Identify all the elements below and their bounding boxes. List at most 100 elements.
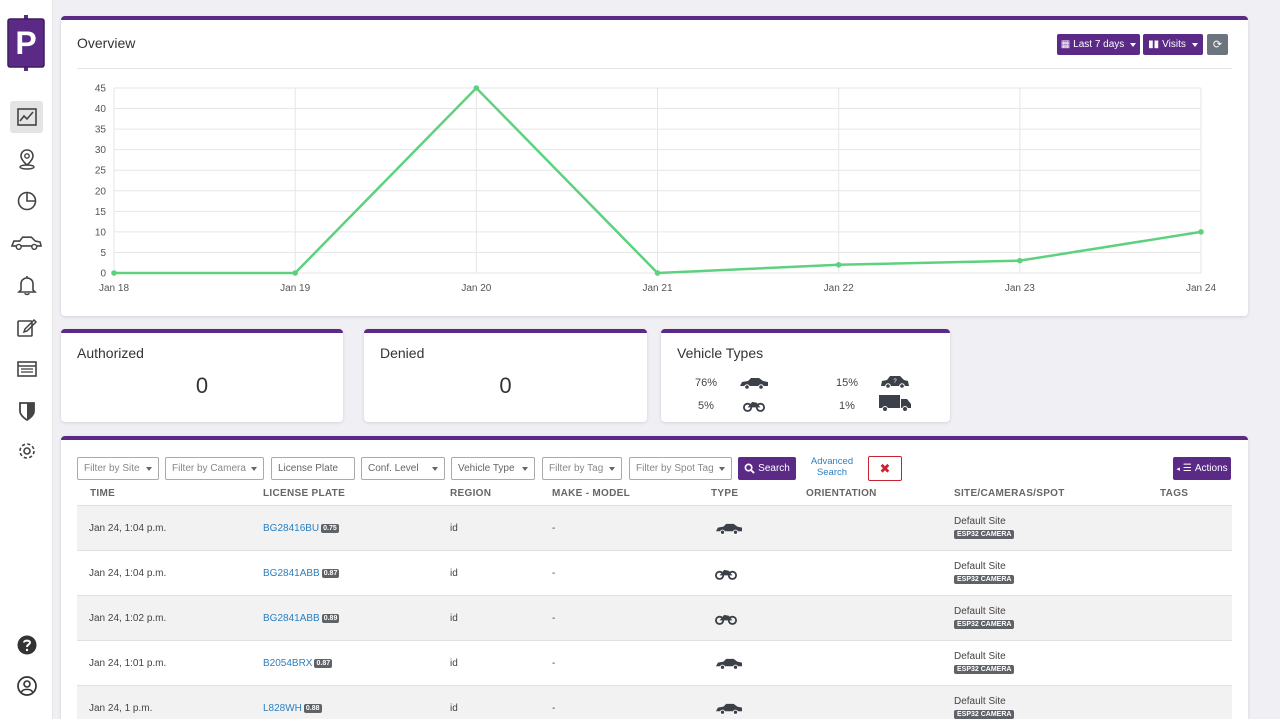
column-header-time[interactable]: TIME [90,488,115,499]
row-type [715,612,737,628]
y-tick-label: 40 [95,104,107,115]
camera-badge: ESP32 CAMERA [954,575,1015,584]
table-row[interactable]: Jan 24, 1 p.m. L828WH 0.88 id - Default Site E… [77,685,1232,719]
row-time: Jan 24, 1 p.m. [89,703,153,714]
nav-edit[interactable] [10,311,43,343]
denied-title: Denied [380,345,425,361]
row-time: Jan 24, 1:02 p.m. [89,613,167,624]
nav-help[interactable] [10,629,43,661]
date-range-dropdown[interactable]: ▦ Last 7 days [1057,34,1140,55]
search-button[interactable]: Search [738,457,796,480]
table-row[interactable]: Jan 24, 1:02 p.m. BG2841ABB 0.89 id - Default… [77,595,1232,640]
clear-filters-button[interactable]: ✖ [868,456,902,481]
row-plate: B2054BRX 0.87 [263,658,333,669]
plate-link[interactable]: BG28416BU [263,523,319,534]
y-tick-label: 25 [95,166,107,177]
plate-link[interactable]: L828WH [263,703,302,714]
x-tick-label: Jan 20 [461,283,491,294]
row-type [715,522,743,538]
table-row[interactable]: Jan 24, 1:04 p.m. BG28416BU 0.75 id - Default… [77,505,1232,550]
nav-account[interactable] [10,670,43,702]
row-plate: BG2841ABB 0.89 [263,613,340,624]
confidence-select[interactable]: Conf. Level [361,457,445,480]
vehicle-type-pct: 76% [695,377,718,389]
x-tick-label: Jan 23 [1005,283,1035,294]
camera-badge: ESP32 CAMERA [954,620,1015,629]
bar-chart-icon: ▮▮ [1148,39,1160,50]
metric-label: Visits [1162,39,1186,50]
data-point[interactable] [473,85,480,91]
column-header-make-model[interactable]: MAKE - MODEL [552,488,630,499]
row-plate: BG28416BU 0.75 [263,523,339,534]
data-point[interactable] [111,270,117,276]
column-header-plate[interactable]: LICENSE PLATE [263,488,345,499]
car-icon [740,378,768,390]
x-tick-label: Jan 21 [642,283,672,294]
car-icon [10,236,43,251]
logo-letter: P [15,25,36,61]
table-row[interactable]: Jan 24, 1:01 p.m. B2054BRX 0.87 id - Default … [77,640,1232,685]
caret-left-icon: ◂ [1176,465,1180,473]
tag-filter[interactable]: Filter by Tag [542,457,622,480]
actions-button[interactable]: ◂ ☰ Actions [1173,457,1231,480]
vehicle-type-select[interactable]: Vehicle Type [451,457,535,480]
advanced-search-label: Advanced [810,456,854,467]
x-tick-label: Jan 24 [1186,283,1216,294]
authorized-title: Authorized [77,345,144,361]
data-point[interactable] [654,270,661,276]
nav-dashboard[interactable] [10,101,43,133]
column-header-region[interactable]: REGION [450,488,491,499]
site-filter[interactable]: Filter by Site [77,457,159,480]
refresh-button[interactable]: ⟳ [1207,34,1228,55]
row-time: Jan 24, 1:01 p.m. [89,658,167,669]
data-point[interactable] [1017,257,1023,264]
nav-sites[interactable] [10,143,43,175]
spot-tag-filter[interactable]: Filter by Spot Tag [629,457,732,480]
denied-card: Denied 0 [364,329,647,422]
calendar-icon: ▦ [1060,39,1071,50]
nav-list[interactable] [10,353,43,385]
row-make-model: - [552,568,556,579]
advanced-search-link[interactable]: Advanced Search [806,456,858,478]
vehicle-type-pct: 5% [698,400,714,412]
data-point[interactable] [1198,229,1204,235]
nav-settings[interactable] [10,435,43,467]
data-point[interactable] [835,261,842,268]
column-header-tags[interactable]: TAGS [1160,488,1188,499]
license-plate-input[interactable]: License Plate [271,457,355,480]
y-tick-label: 10 [95,227,107,238]
plate-link[interactable]: B2054BRX [263,658,312,669]
row-region: id [450,568,458,579]
confidence-badge: 0.89 [321,614,340,623]
vehicle-types-title: Vehicle Types [677,345,764,361]
plate-link[interactable]: BG2841ABB [263,613,320,624]
table-row[interactable]: Jan 24, 1:04 p.m. BG2841ABB 0.87 id - Default… [77,550,1232,595]
location-pin-icon [18,149,35,170]
nav-reports[interactable] [10,185,43,217]
overview-title: Overview [77,35,136,51]
motorcycle-icon [715,614,737,625]
row-time: Jan 24, 1:04 p.m. [89,568,167,579]
nav-vehicles[interactable] [10,227,43,259]
column-header-orientation[interactable]: ORIENTATION [806,488,877,499]
nav-alerts[interactable] [10,269,43,301]
data-point[interactable] [292,270,298,276]
parkpow-logo[interactable]: P [7,15,45,71]
row-site: Default Site ESP32 CAMERA [954,606,1015,629]
column-header-type[interactable]: TYPE [711,488,738,499]
row-type [715,702,743,718]
row-region: id [450,613,458,624]
help-icon [17,635,36,655]
y-tick-label: 45 [95,84,107,95]
vehicle-type-pct: 1% [839,400,855,412]
nav-security[interactable] [10,395,43,427]
visits-line-chart: 0 5 10 15 20 25 30 35 40 45 Jan 18 Jan 19 Jan 20 Jan … [95,84,1217,295]
sidebar: P [0,0,53,719]
plate-link[interactable]: BG2841ABB [263,568,320,579]
camera-badge: ESP32 CAMERA [954,530,1015,539]
metric-dropdown[interactable]: ▮▮ Visits [1143,34,1203,55]
row-make-model: - [552,703,556,714]
camera-filter[interactable]: Filter by Camera [165,457,264,480]
row-make-model: - [552,658,556,669]
column-header-site[interactable]: SITE/CAMERAS/SPOT [954,488,1065,499]
